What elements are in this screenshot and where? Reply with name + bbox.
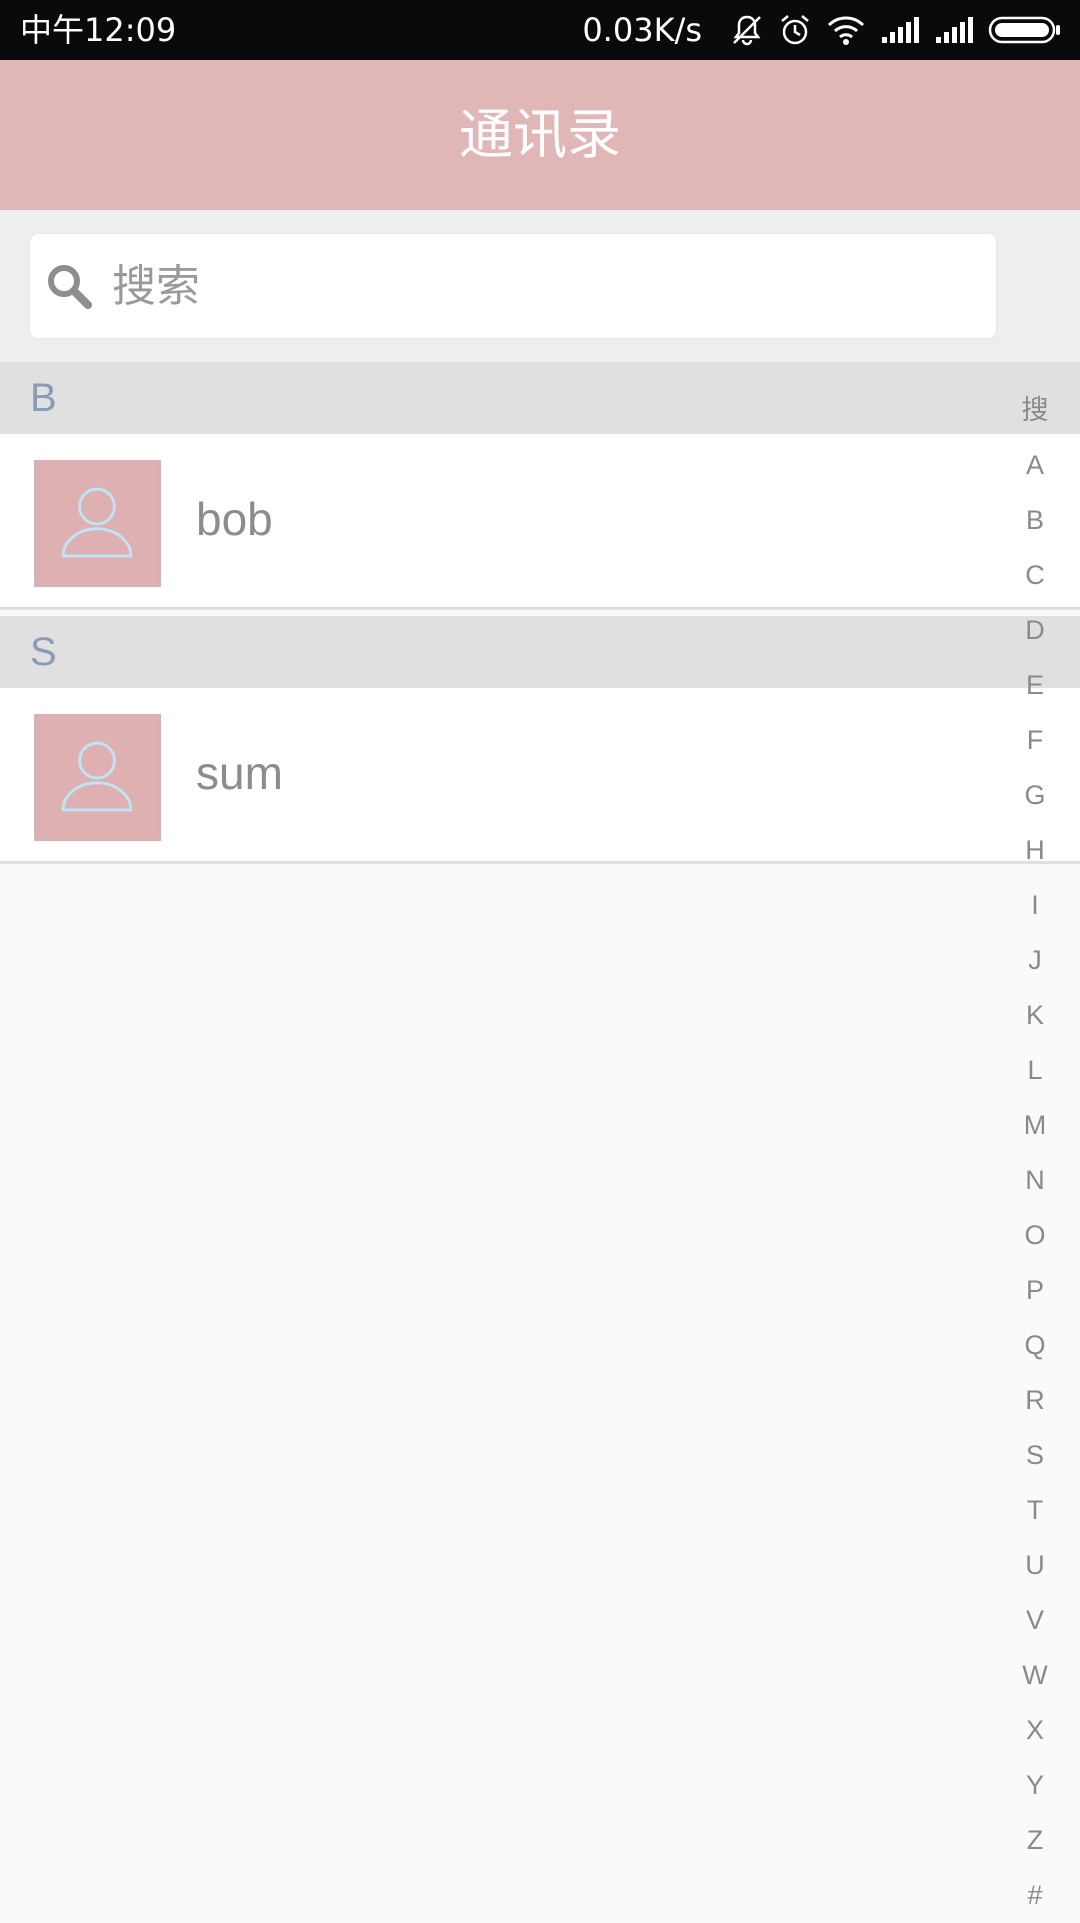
signal-icon <box>936 17 973 43</box>
battery-icon <box>988 16 1060 44</box>
search-input[interactable] <box>112 234 972 338</box>
section-header-s: S <box>0 616 1080 688</box>
index-letter-y[interactable]: Y <box>1010 1758 1060 1813</box>
alphabet-index[interactable]: 搜 A B C D E F G H I J K L M N O P Q R S … <box>1010 383 1060 1923</box>
app-bar: 通讯录 <box>0 60 1080 210</box>
search-box[interactable] <box>30 234 996 338</box>
page-title: 通讯录 <box>459 103 621 166</box>
index-letter-hash[interactable]: # <box>1010 1868 1060 1923</box>
index-letter-z[interactable]: Z <box>1010 1813 1060 1868</box>
bell-off-icon <box>733 15 761 46</box>
section-header-b: B <box>0 362 1080 434</box>
index-letter-x[interactable]: X <box>1010 1703 1060 1758</box>
index-search[interactable]: 搜 <box>1010 383 1060 438</box>
index-letter-v[interactable]: V <box>1010 1593 1060 1648</box>
avatar <box>34 714 161 841</box>
signal-icon <box>882 17 919 43</box>
index-letter-d[interactable]: D <box>1010 603 1060 658</box>
section-letter: S <box>30 630 57 674</box>
index-letter-b[interactable]: B <box>1010 493 1060 548</box>
search-icon <box>48 265 92 309</box>
index-letter-e[interactable]: E <box>1010 658 1060 713</box>
index-letter-n[interactable]: N <box>1010 1153 1060 1208</box>
index-letter-o[interactable]: O <box>1010 1208 1060 1263</box>
avatar <box>34 460 161 587</box>
contact-name: bob <box>196 493 273 545</box>
index-letter-f[interactable]: F <box>1010 713 1060 768</box>
alarm-icon <box>781 15 809 45</box>
person-icon <box>61 741 133 812</box>
section-letter: B <box>30 376 57 420</box>
index-letter-j[interactable]: J <box>1010 933 1060 988</box>
contact-row-sum[interactable]: sum <box>0 688 1080 864</box>
index-letter-t[interactable]: T <box>1010 1483 1060 1538</box>
status-right-group: 0.03K/s <box>582 0 1062 60</box>
contact-row-bob[interactable]: bob <box>0 434 1080 610</box>
index-letter-w[interactable]: W <box>1010 1648 1060 1703</box>
index-letter-g[interactable]: G <box>1010 768 1060 823</box>
index-letter-i[interactable]: I <box>1010 878 1060 933</box>
index-letter-c[interactable]: C <box>1010 548 1060 603</box>
person-icon <box>61 487 133 558</box>
index-letter-k[interactable]: K <box>1010 988 1060 1043</box>
index-letter-u[interactable]: U <box>1010 1538 1060 1593</box>
search-area <box>0 210 1080 362</box>
wifi-icon <box>827 16 865 45</box>
index-letter-s[interactable]: S <box>1010 1428 1060 1483</box>
network-speed: 0.03K/s <box>582 11 702 49</box>
index-letter-p[interactable]: P <box>1010 1263 1060 1318</box>
index-letter-m[interactable]: M <box>1010 1098 1060 1153</box>
index-letter-q[interactable]: Q <box>1010 1318 1060 1373</box>
contact-name: sum <box>196 747 283 799</box>
index-letter-a[interactable]: A <box>1010 438 1060 493</box>
status-time: 中午12:09 <box>20 11 177 49</box>
status-bar: 中午12:09 0.03K/s <box>0 0 1080 60</box>
index-letter-h[interactable]: H <box>1010 823 1060 878</box>
index-letter-l[interactable]: L <box>1010 1043 1060 1098</box>
index-letter-r[interactable]: R <box>1010 1373 1060 1428</box>
